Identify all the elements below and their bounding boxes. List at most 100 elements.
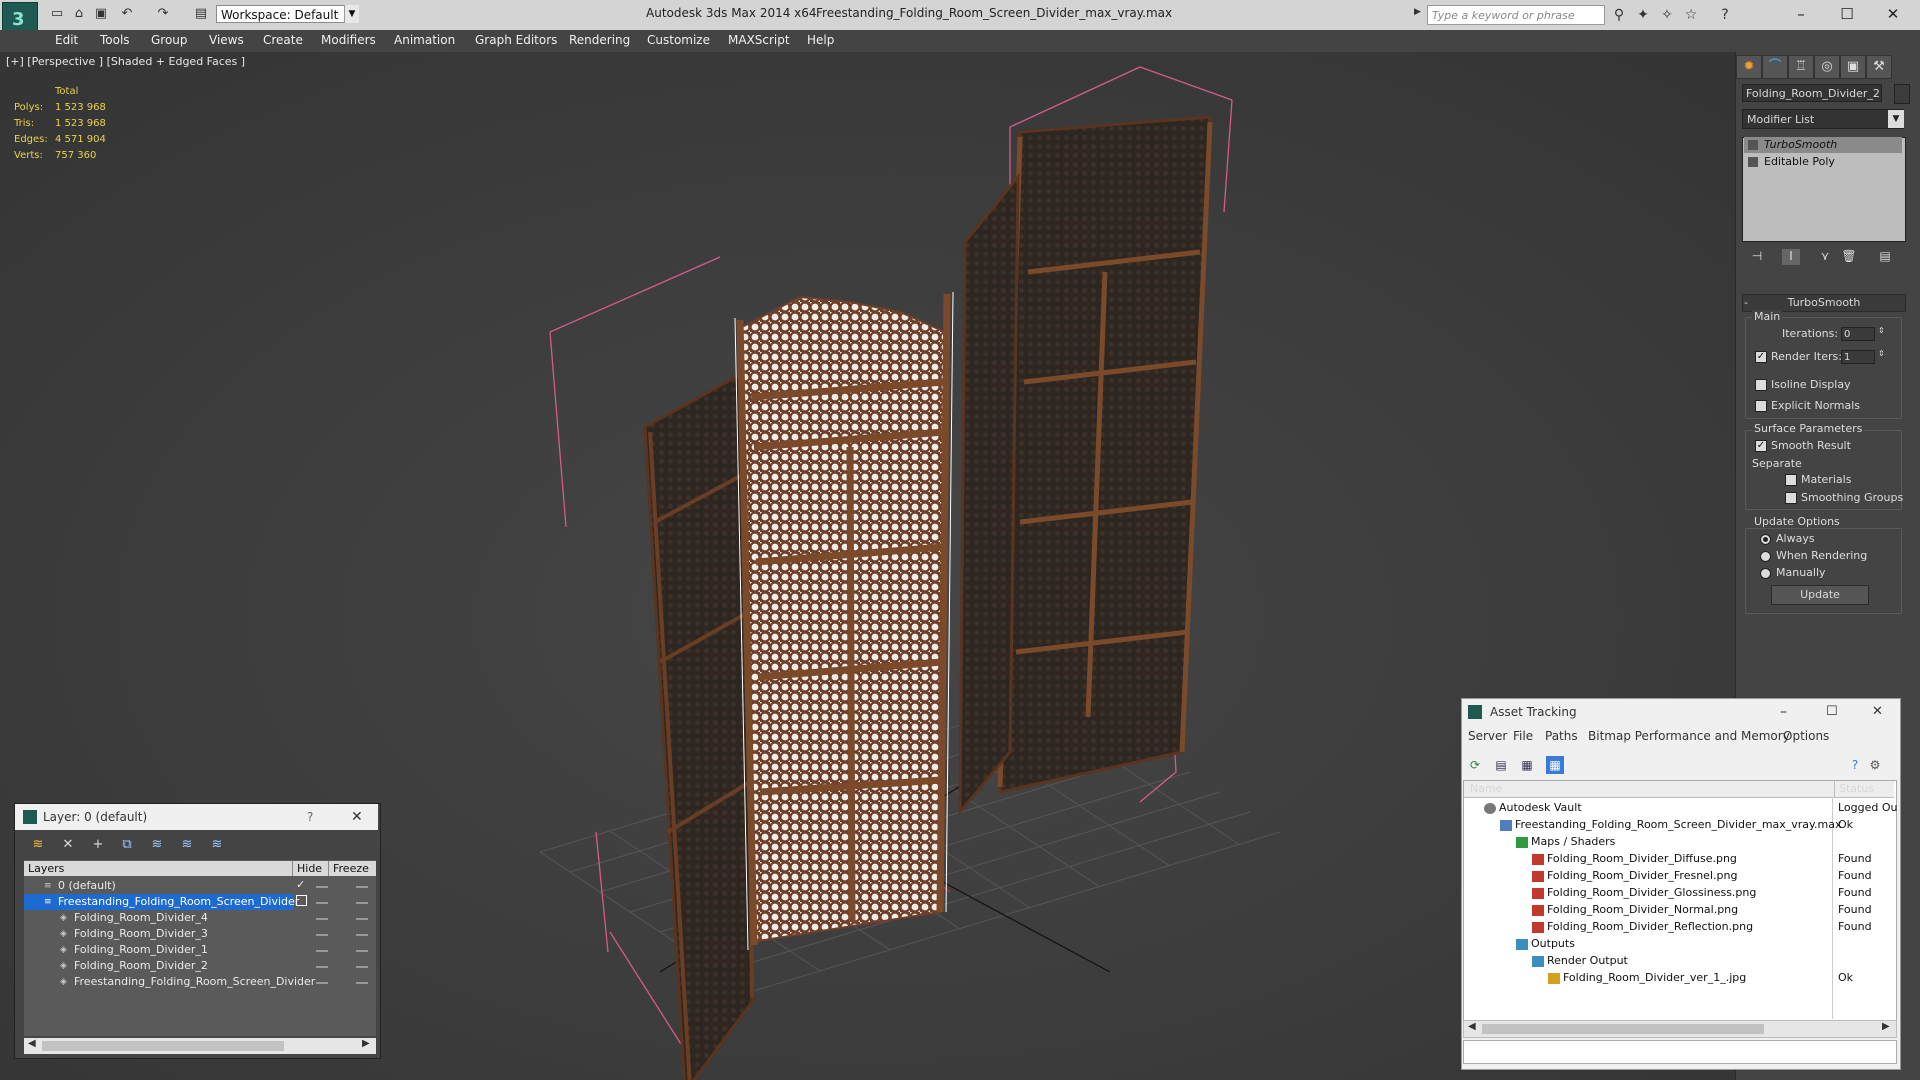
make-unique-icon[interactable]: ⋎ xyxy=(1816,249,1834,265)
layer-row[interactable]: ◈ Folding_Room_Divider_3 xyxy=(24,926,294,942)
remove-modifier-icon[interactable]: 🗑 xyxy=(1840,249,1858,265)
create-tab-icon[interactable]: ✹ xyxy=(1736,55,1762,79)
hide-toggle[interactable] xyxy=(316,918,328,920)
layer-row[interactable]: ◈ Folding_Room_Divider_1 xyxy=(24,942,294,958)
materials-checkbox[interactable] xyxy=(1785,474,1797,486)
freeze-toggle[interactable] xyxy=(356,934,368,936)
delete-layer-icon[interactable]: ✕ xyxy=(59,836,77,854)
workspace-dropdown[interactable]: Workspace: Default xyxy=(216,5,358,23)
freeze-all-icon[interactable]: ≋ xyxy=(208,836,226,854)
settings-icon[interactable]: ⚙ xyxy=(1866,756,1884,774)
layer-row[interactable]: ◈ Folding_Room_Divider_4 xyxy=(24,910,294,926)
search-expand-icon[interactable]: ▶ xyxy=(1414,7,1421,17)
asset-row[interactable]: Render Output xyxy=(1464,952,1894,969)
communication-icon[interactable]: ✧ xyxy=(1658,7,1676,23)
hide-toggle[interactable] xyxy=(316,982,328,984)
add-layer-icon[interactable]: + xyxy=(89,836,107,854)
isoline-display-checkbox[interactable] xyxy=(1755,379,1767,391)
asset-row[interactable]: Folding_Room_Divider_Fresnel.png Found xyxy=(1464,867,1894,884)
freeze-toggle[interactable] xyxy=(356,966,368,968)
menu-rendering[interactable]: Rendering xyxy=(569,33,630,47)
display-tab-icon[interactable]: ▣ xyxy=(1840,55,1866,79)
help-button[interactable]: ? xyxy=(307,804,313,830)
spinner-arrows-icon[interactable]: ⇕ xyxy=(1878,349,1885,358)
show-end-result-icon[interactable]: Ⅰ xyxy=(1782,249,1800,265)
render-iters-spinner[interactable]: 1 xyxy=(1841,350,1875,364)
active-layer-check-icon[interactable]: ✓ xyxy=(296,878,305,891)
modifier-list-dropdown[interactable]: Modifier List xyxy=(1742,109,1904,129)
select-layer-icon[interactable]: ≋ xyxy=(148,836,166,854)
col-name[interactable]: Name xyxy=(1470,781,1502,797)
favorites-star-icon[interactable]: ☆ xyxy=(1682,7,1700,23)
table-view-icon[interactable]: ▦ xyxy=(1546,756,1564,774)
layer-row[interactable]: ◈ Freestanding_Folding_Room_Screen_Divid… xyxy=(24,974,315,990)
binoculars-icon[interactable]: ⚲ xyxy=(1610,7,1628,23)
col-status[interactable]: Status xyxy=(1834,781,1874,797)
save-file-icon[interactable]: ▣ xyxy=(92,6,110,22)
pin-stack-icon[interactable]: ⊣ xyxy=(1748,249,1766,265)
scrollbar-thumb[interactable] xyxy=(42,1041,284,1051)
layer-horizontal-scrollbar[interactable]: ◀ ▶ xyxy=(24,1038,376,1054)
explicit-normals-checkbox[interactable] xyxy=(1755,400,1767,412)
freeze-toggle[interactable] xyxy=(356,950,368,952)
asset-row[interactable]: Maps / Shaders xyxy=(1464,833,1894,850)
subscription-icon[interactable]: ✦ xyxy=(1634,7,1652,23)
manually-radio[interactable] xyxy=(1760,568,1771,579)
col-layers[interactable]: Layers xyxy=(28,861,64,876)
stack-item-editable-poly[interactable]: Editable Poly xyxy=(1744,154,1902,170)
menu-views[interactable]: Views xyxy=(209,33,244,47)
asset-row[interactable]: Folding_Room_Divider_Glossiness.png Foun… xyxy=(1464,884,1894,901)
rollout-collapse-icon[interactable]: - xyxy=(1744,296,1748,309)
object-name-field[interactable]: Folding_Room_Divider_2 xyxy=(1742,84,1882,102)
hierarchy-tab-icon[interactable]: ♖ xyxy=(1788,55,1814,79)
menu-tools[interactable]: Tools xyxy=(100,33,130,47)
asset-row[interactable]: Outputs xyxy=(1464,935,1894,952)
layer-row[interactable]: ≡ 0 (default) xyxy=(24,878,294,894)
asset-menu-server[interactable]: Server xyxy=(1468,729,1507,743)
redo-icon[interactable]: ↷ xyxy=(154,6,172,22)
help-icon[interactable]: ? xyxy=(1716,7,1734,23)
asset-menu-paths[interactable]: Paths xyxy=(1545,729,1578,743)
freeze-toggle[interactable] xyxy=(356,982,368,984)
close-button[interactable]: ✕ xyxy=(1870,0,1916,28)
scroll-left-icon[interactable]: ◀ xyxy=(28,1038,36,1049)
when-rendering-radio[interactable] xyxy=(1760,551,1771,562)
minimize-icon[interactable]: – xyxy=(1780,699,1787,725)
menu-edit[interactable]: Edit xyxy=(55,33,78,47)
smooth-result-checkbox[interactable]: ✓ xyxy=(1755,440,1767,452)
asset-row[interactable]: Autodesk Vault Logged Ou xyxy=(1464,799,1898,816)
layer-row[interactable]: ≡ Freestanding_Folding_Room_Screen_Divid… xyxy=(24,894,299,910)
lightbulb-icon[interactable] xyxy=(1748,140,1758,150)
menu-modifiers[interactable]: Modifiers xyxy=(321,33,376,47)
viewport-label[interactable]: [+] [Perspective ] [Shaded + Edged Faces… xyxy=(6,55,245,68)
select-objects-icon[interactable]: ⧉ xyxy=(118,836,136,854)
hide-toggle[interactable] xyxy=(316,950,328,952)
asset-row[interactable]: Folding_Room_Divider_Normal.png Found xyxy=(1464,901,1894,918)
render-iters-checkbox[interactable]: ✓ xyxy=(1755,351,1767,363)
undo-icon[interactable]: ↶ xyxy=(118,6,136,22)
asset-row[interactable]: Folding_Room_Divider_Reflection.png Foun… xyxy=(1464,918,1894,935)
iterations-spinner[interactable]: 0 xyxy=(1841,327,1875,341)
freeze-toggle[interactable] xyxy=(356,918,368,920)
update-button[interactable]: Update xyxy=(1771,585,1869,605)
asset-menu-options[interactable]: Options xyxy=(1783,729,1829,743)
object-color-swatch[interactable] xyxy=(1894,84,1910,104)
search-input[interactable]: Type a keyword or phrase xyxy=(1427,5,1605,25)
scroll-right-icon[interactable]: ▶ xyxy=(362,1038,370,1049)
hide-all-icon[interactable]: ≋ xyxy=(178,836,196,854)
modify-tab-icon[interactable]: ⌒ xyxy=(1762,55,1788,79)
configure-sets-icon[interactable]: ▤ xyxy=(1876,249,1894,265)
menu-graph-editors[interactable]: Graph Editors xyxy=(475,33,557,47)
asset-horizontal-scrollbar[interactable]: ◀ ▶ xyxy=(1463,1020,1897,1038)
chevron-down-icon[interactable]: ▼ xyxy=(1888,110,1904,128)
menu-animation[interactable]: Animation xyxy=(394,33,455,47)
minimize-button[interactable]: – xyxy=(1778,0,1824,28)
utilities-tab-icon[interactable]: ⚒ xyxy=(1866,55,1892,79)
chevron-down-icon[interactable]: ▼ xyxy=(344,5,359,23)
asset-menu-bitmap-performance[interactable]: Bitmap Performance and Memory xyxy=(1588,729,1790,743)
new-file-icon[interactable]: ▭ xyxy=(48,6,66,22)
asset-row[interactable]: Folding_Room_Divider_Diffuse.png Found xyxy=(1464,850,1894,867)
asset-row[interactable]: Freestanding_Folding_Room_Screen_Divider… xyxy=(1464,816,1894,833)
freeze-toggle[interactable] xyxy=(356,886,368,888)
freeze-toggle[interactable] xyxy=(356,902,368,904)
